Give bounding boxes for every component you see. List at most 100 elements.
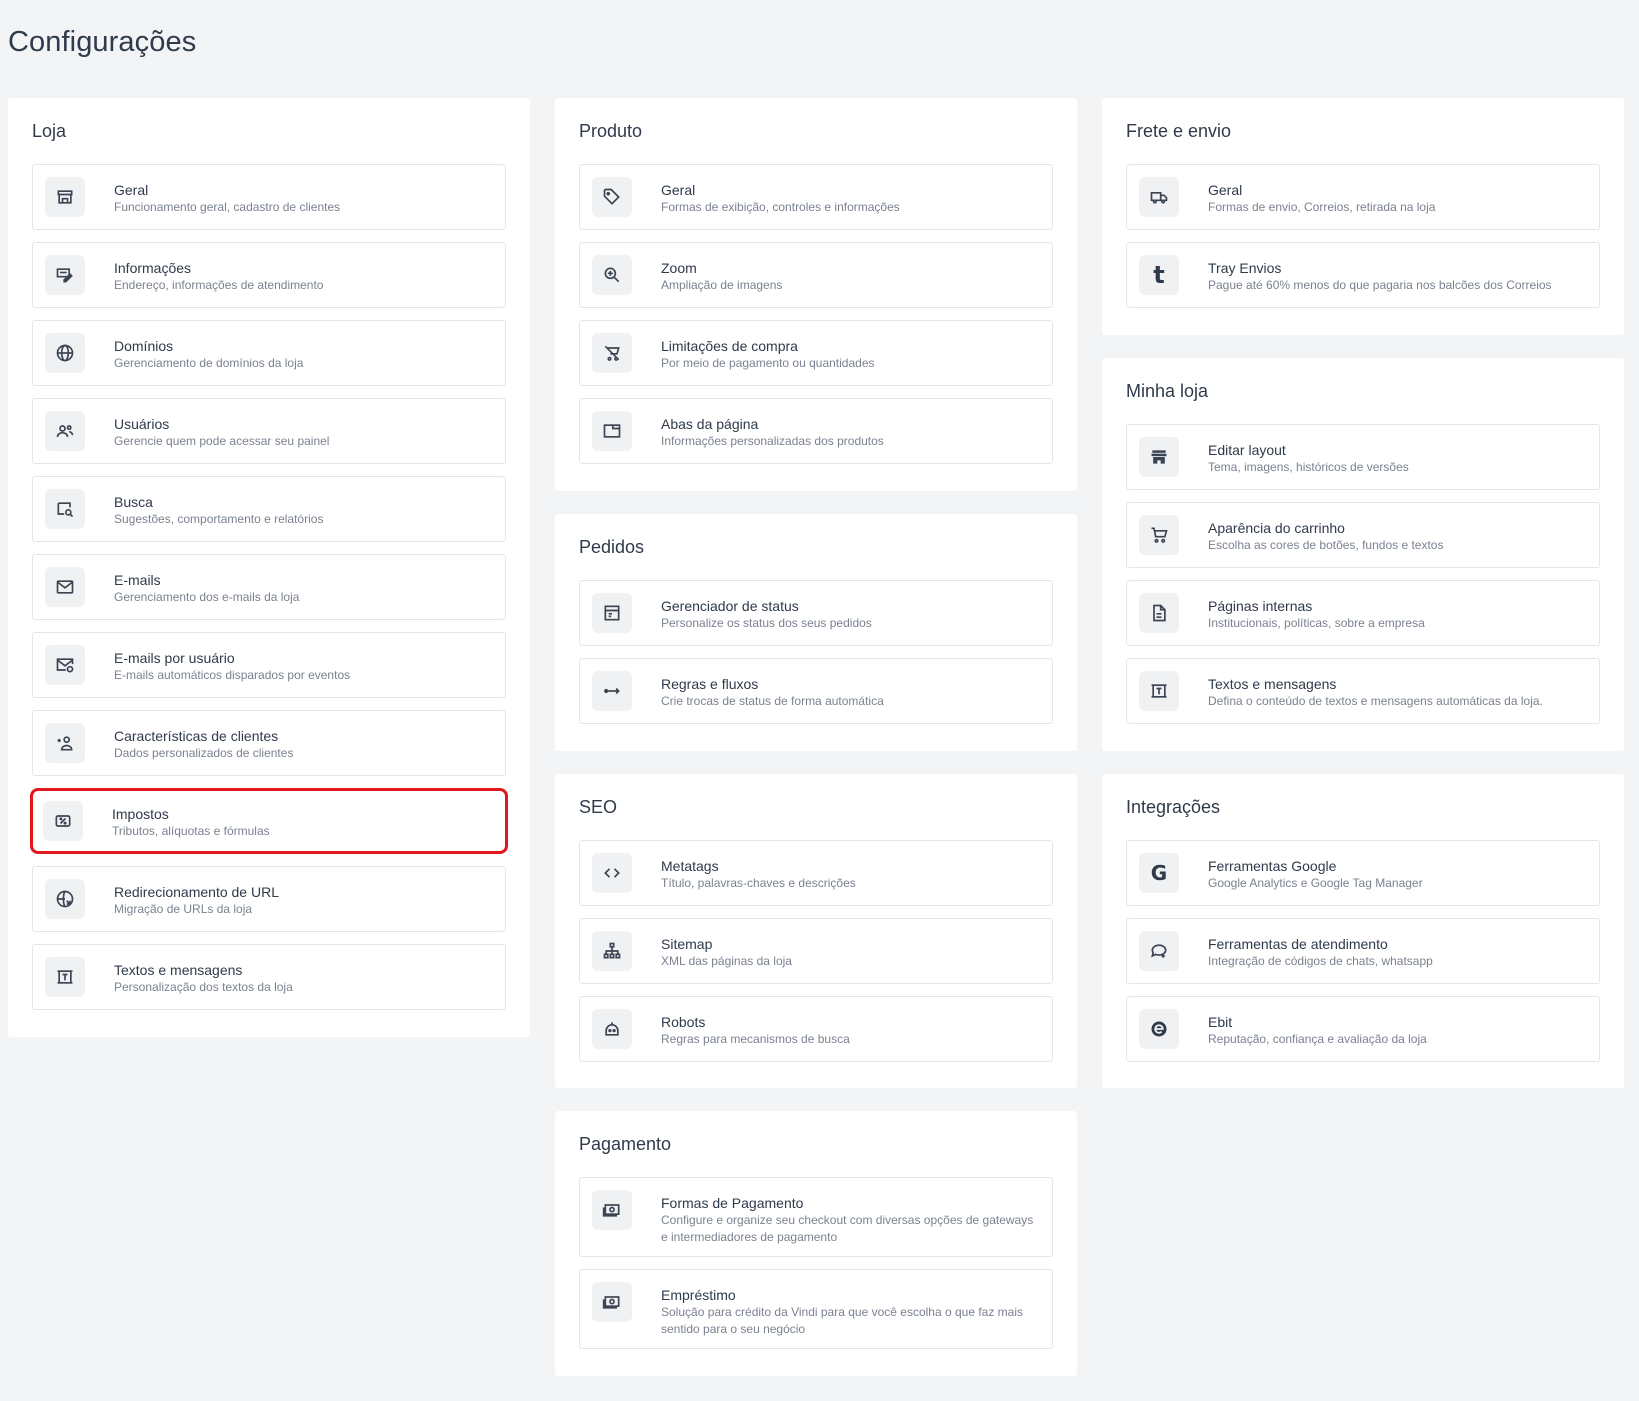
status-list-icon [592, 593, 632, 633]
item-desc: Personalize os status dos seus pedidos [661, 616, 872, 630]
tag-icon [592, 177, 632, 217]
settings-item-editar-layout[interactable]: Editar layout Tema, imagens, históricos d… [1126, 424, 1600, 490]
settings-item-minhaloja-textos[interactable]: Textos e mensagens Defina o conteúdo de t… [1126, 658, 1600, 724]
search-list-icon [45, 489, 85, 529]
item-desc: Informações personalizadas dos produtos [661, 434, 884, 448]
settings-item-zoom[interactable]: Zoom Ampliação de imagens [579, 242, 1053, 308]
item-desc: Título, palavras-chaves e descrições [661, 876, 856, 890]
item-desc: Formas de exibição, controles e informaç… [661, 200, 900, 214]
storefront-icon [45, 177, 85, 217]
document-icon [1139, 593, 1179, 633]
mail-clock-icon [45, 645, 85, 685]
item-desc: Escolha as cores de botões, fundos e tex… [1208, 538, 1444, 552]
item-desc: Solução para crédito da Vindi para que v… [661, 1305, 1024, 1336]
text-frame-icon [1139, 671, 1179, 711]
settings-item-aparencia-carrinho[interactable]: Aparência do carrinho Escolha as cores de… [1126, 502, 1600, 568]
panel-pagamento: Pagamento Formas de Pagamento Configure e… [555, 1111, 1077, 1376]
item-title: Gerenciador de status [661, 598, 799, 614]
settings-item-regras-fluxos[interactable]: Regras e fluxos Crie trocas de status de … [579, 658, 1053, 724]
item-desc: Migração de URLs da loja [114, 902, 253, 916]
store-layout-icon [1139, 437, 1179, 477]
globe-redirect-icon [45, 879, 85, 919]
cart-off-icon [592, 333, 632, 373]
settings-item-emails-por-usuario[interactable]: E-mails por usuário E-mails automáticos d… [32, 632, 506, 698]
item-desc: Google Analytics e Google Tag Manager [1208, 876, 1423, 890]
globe-icon [45, 333, 85, 373]
settings-item-robots[interactable]: Robots Regras para mecanismos de busca [579, 996, 1053, 1062]
settings-item-loja-geral[interactable]: Geral Funcionamento geral, cadastro de cl… [32, 164, 506, 230]
settings-item-ebit[interactable]: Ebit Reputação, confiança e avaliação da … [1126, 996, 1600, 1062]
item-desc: Integração de códigos de chats, whatsapp [1208, 954, 1433, 968]
item-desc: E-mails automáticos disparados por event… [114, 668, 351, 682]
settings-item-dominios[interactable]: Domínios Gerenciamento de domínios da loj… [32, 320, 506, 386]
settings-item-emprestimo[interactable]: Empréstimo Solução para crédito da Vindi … [579, 1269, 1053, 1349]
panel-title: Pedidos [579, 537, 645, 557]
settings-item-emails[interactable]: E-mails Gerenciamento dos e-mails da loja [32, 554, 506, 620]
panel-title: Integrações [1126, 797, 1221, 817]
item-title: Ferramentas Google [1208, 858, 1337, 874]
item-title: Páginas internas [1208, 598, 1313, 614]
tray-logo-icon: t [1139, 255, 1179, 295]
item-title: Aparência do carrinho [1208, 520, 1345, 536]
money-icon [592, 1282, 632, 1322]
item-desc: Reputação, confiança e avaliação da loja [1208, 1032, 1427, 1046]
panel-loja: Loja Geral Funcionamento geral, cadastro … [8, 98, 530, 1037]
item-title: Informações [114, 260, 192, 276]
item-desc: Gerencie quem pode acessar seu painel [114, 434, 330, 448]
settings-item-ferramentas-google[interactable]: G Ferramentas Google Google Analytics e G… [1126, 840, 1600, 906]
item-desc: Gerenciamento dos e-mails da loja [114, 590, 300, 604]
settings-item-usuarios[interactable]: Usuários Gerencie quem pode acessar seu p… [32, 398, 506, 464]
item-desc: Configure e organize seu checkout com di… [661, 1213, 1034, 1244]
item-desc: Sugestões, comportamento e relatórios [114, 512, 324, 526]
settings-item-limitacoes-compra[interactable]: Limitações de compra Por meio de pagament… [579, 320, 1053, 386]
settings-item-produto-geral[interactable]: Geral Formas de exibição, controles e inf… [579, 164, 1053, 230]
page-title: Configurações [8, 26, 197, 58]
settings-item-sitemap[interactable]: Sitemap XML das páginas da loja [579, 918, 1053, 984]
item-title: Geral [1208, 182, 1243, 198]
google-icon: G [1139, 853, 1179, 893]
settings-item-gerenciador-status[interactable]: Gerenciador de status Personalize os stat… [579, 580, 1053, 646]
settings-item-frete-geral[interactable]: Geral Formas de envio, Correios, retirada… [1126, 164, 1600, 230]
settings-item-metatags[interactable]: Metatags Título, palavras-chaves e descri… [579, 840, 1053, 906]
panel-title: Pagamento [579, 1134, 672, 1154]
item-desc: Ampliação de imagens [661, 278, 783, 292]
settings-item-loja-textos[interactable]: Textos e mensagens Personalização dos tex… [32, 944, 506, 1010]
item-desc: Regras para mecanismos de busca [661, 1032, 850, 1046]
edit-card-icon [45, 255, 85, 295]
settings-item-ferramentas-atendimento[interactable]: Ferramentas de atendimento Integração de … [1126, 918, 1600, 984]
item-title: Robots [661, 1014, 706, 1030]
item-desc: Dados personalizados de clientes [114, 746, 294, 760]
tab-window-icon [592, 411, 632, 451]
settings-item-caracteristicas-clientes[interactable]: Características de clientes Dados persona… [32, 710, 506, 776]
panel-title: Frete e envio [1126, 121, 1232, 141]
item-title: Redirecionamento de URL [114, 884, 279, 900]
item-desc: Formas de envio, Correios, retirada na l… [1208, 200, 1436, 214]
settings-item-busca[interactable]: Busca Sugestões, comportamento e relatóri… [32, 476, 506, 542]
panel-frete-envio: Frete e envio Geral Formas de envio, Corr… [1102, 98, 1624, 335]
item-title: Editar layout [1208, 442, 1286, 458]
item-desc: Pague até 60% menos do que pagaria nos b… [1208, 278, 1552, 292]
item-title: Características de clientes [114, 728, 279, 744]
item-title: Tray Envios [1208, 260, 1282, 276]
truck-icon [1139, 177, 1179, 217]
item-title: E-mails [114, 572, 161, 588]
item-title: Abas da página [661, 416, 759, 432]
settings-item-paginas-internas[interactable]: Páginas internas Institucionais, política… [1126, 580, 1600, 646]
settings-item-formas-pagamento[interactable]: Formas de Pagamento Configure e organize … [579, 1177, 1053, 1257]
item-desc: Crie trocas de status de forma automátic… [661, 694, 884, 708]
settings-item-tray-envios[interactable]: t Tray Envios Pague até 60% menos do que … [1126, 242, 1600, 308]
settings-item-informacoes[interactable]: Informações Endereço, informações de aten… [32, 242, 506, 308]
flow-arrows-icon [592, 671, 632, 711]
item-title: Textos e mensagens [114, 962, 243, 978]
item-title: Formas de Pagamento [661, 1195, 804, 1211]
settings-item-impostos[interactable]: Impostos Tributos, alíquotas e fórmulas [30, 788, 508, 854]
settings-page: Configurações Loja Geral Funcionamento ge… [0, 0, 1639, 1401]
item-desc: Personalização dos textos da loja [114, 980, 293, 994]
settings-item-abas-pagina[interactable]: Abas da página Informações personalizadas… [579, 398, 1053, 464]
item-title: Metatags [661, 858, 719, 874]
settings-item-redirecionamento-url[interactable]: Redirecionamento de URL Migração de URLs … [32, 866, 506, 932]
mail-icon [45, 567, 85, 607]
item-desc: Institucionais, políticas, sobre a empre… [1208, 616, 1425, 630]
chat-icon [1139, 931, 1179, 971]
item-title: Ebit [1208, 1014, 1233, 1030]
